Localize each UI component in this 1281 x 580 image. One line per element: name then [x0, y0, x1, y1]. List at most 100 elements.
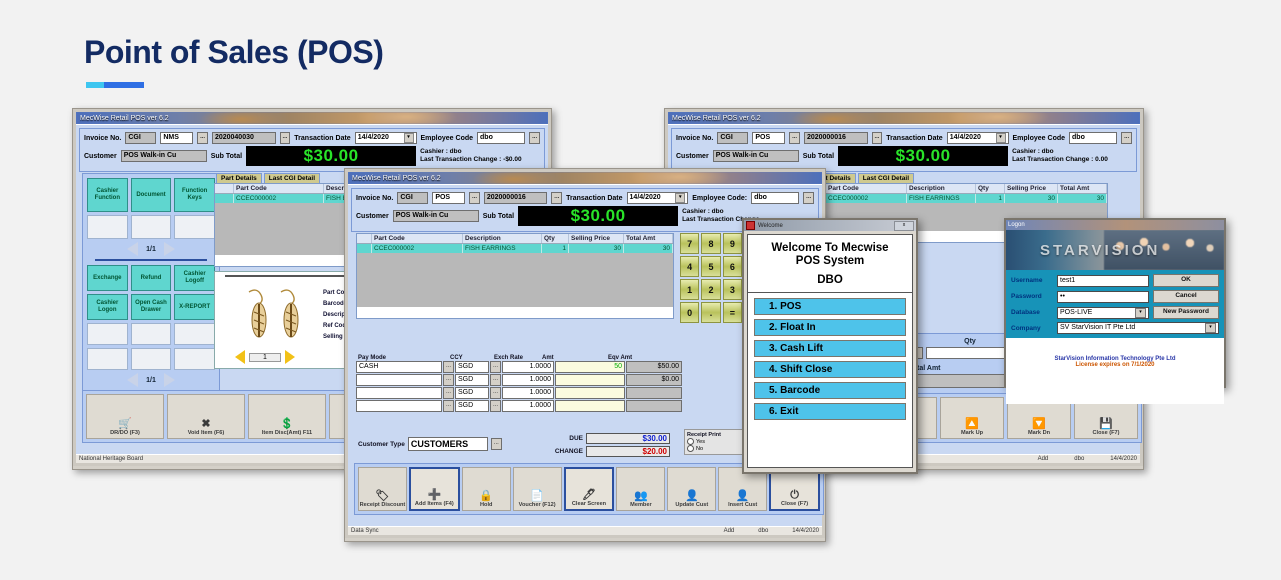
keypad-2[interactable]: 2 — [701, 279, 721, 300]
payment-row[interactable]: ... SGD ... 1.0000 $0.00 — [356, 374, 682, 386]
invoice-number-field[interactable]: 2020000016 — [803, 132, 868, 144]
keypad-6[interactable]: 6 — [722, 256, 742, 277]
keypad-3[interactable]: 3 — [722, 279, 742, 300]
keypad-0[interactable]: 0 — [680, 302, 700, 323]
voucher-button[interactable]: 📄 Voucher (F12) — [512, 467, 562, 511]
invoice-prefix-field[interactable]: CGI — [125, 132, 157, 144]
pay-mode-field[interactable] — [356, 387, 442, 399]
blank-button[interactable] — [87, 348, 128, 370]
database-select[interactable]: POS-LIVE ▾ — [1057, 306, 1149, 319]
cashier-logon-button[interactable]: Cashier Logon — [87, 294, 128, 320]
mark-up-button[interactable]: 🔼 Mark Up — [940, 397, 1004, 439]
next-page-arrow-icon[interactable] — [163, 373, 175, 387]
ccy-browse-button[interactable]: ... — [490, 374, 501, 386]
cashier-logoff-button[interactable]: Cashier Logoff — [174, 265, 215, 291]
ccy-field[interactable]: SGD — [455, 374, 489, 386]
logon-dialog[interactable]: Logon STARVISION Username test1 OK Passw… — [1004, 218, 1226, 404]
exchange-button[interactable]: Exchange — [87, 265, 128, 291]
invoice-number-browse-button[interactable]: ... — [871, 132, 883, 144]
next-page-arrow-icon[interactable] — [163, 242, 175, 256]
keypad-enter[interactable]: = — [722, 302, 742, 323]
refund-button[interactable]: Refund — [130, 265, 172, 291]
blank-button[interactable] — [87, 215, 128, 239]
exch-rate-field[interactable]: 1.0000 — [502, 361, 554, 373]
next-image-arrow-icon[interactable] — [285, 350, 295, 364]
welcome-titlebar[interactable]: Welcome x — [744, 220, 916, 231]
menu-item-cash-lift[interactable]: 3. Cash Lift — [754, 340, 906, 357]
pay-mode-field[interactable] — [356, 374, 442, 386]
tab-last-cgi-detail[interactable]: Last CGI Detail — [857, 173, 915, 183]
close-icon[interactable]: x — [894, 220, 914, 231]
pay-mode-field[interactable] — [356, 400, 442, 412]
menu-item-barcode[interactable]: 5. Barcode — [754, 382, 906, 399]
receipt-yes-radio[interactable]: Yes — [687, 438, 743, 445]
clear-screen-button[interactable]: 🖊 Clear Screen — [563, 467, 615, 511]
invoice-type-browse-button[interactable]: ... — [197, 132, 208, 144]
x-report-button[interactable]: X-REPORT — [174, 294, 215, 320]
transaction-date-picker[interactable]: 14/4/2020 ▾ — [626, 192, 689, 204]
invoice-number-field[interactable]: 2020000016 — [483, 192, 548, 204]
employee-code-field[interactable]: dbo — [477, 132, 526, 144]
customer-type-field[interactable]: CUSTOMERS — [407, 437, 488, 451]
void-item-button[interactable]: ✖ Void Item (F6) — [167, 394, 245, 439]
keypad-8[interactable]: 8 — [701, 233, 721, 254]
member-button[interactable]: 👥 Member — [616, 467, 666, 511]
payment-row[interactable]: CASH ... SGD ... 1.0000 50 $50.00 — [356, 361, 682, 373]
blank-button[interactable] — [174, 348, 215, 370]
tab-last-cgi-detail[interactable]: Last CGI Detail — [263, 173, 321, 183]
new-password-button[interactable]: New Password — [1153, 306, 1219, 319]
payment-row[interactable]: ... SGD ... 1.0000 — [356, 387, 682, 399]
customer-type-browse-button[interactable]: ... — [490, 438, 502, 450]
add-items-button[interactable]: ➕ Add Items (F4) — [408, 467, 460, 511]
invoice-type-browse-button[interactable]: ... — [789, 132, 800, 144]
prev-page-arrow-icon[interactable] — [127, 242, 139, 256]
employee-browse-button[interactable]: ... — [1121, 132, 1132, 144]
keypad-decimal[interactable]: . — [701, 302, 721, 323]
menu-item-exit[interactable]: 6. Exit — [754, 403, 906, 420]
table-row[interactable]: CCEC000002 FISH EARRINGS 1 30 30 — [809, 194, 1107, 203]
pay-mode-browse-button[interactable]: ... — [443, 361, 454, 373]
ccy-field[interactable]: SGD — [455, 387, 489, 399]
invoice-number-browse-button[interactable]: ... — [551, 192, 563, 204]
invoice-number-field[interactable]: 2020040030 — [211, 132, 276, 144]
invoice-type-browse-button[interactable]: ... — [469, 192, 480, 204]
transaction-date-picker[interactable]: 14/4/2020 ▾ — [354, 132, 417, 144]
blank-button[interactable] — [174, 323, 215, 345]
invoice-number-browse-button[interactable]: ... — [279, 132, 291, 144]
keypad-1[interactable]: 1 — [680, 279, 700, 300]
pay-mode-browse-button[interactable]: ... — [443, 387, 454, 399]
customer-field[interactable]: POS Walk-in Cu — [392, 210, 479, 222]
keypad-4[interactable]: 4 — [680, 256, 700, 277]
amt-field[interactable] — [555, 387, 625, 399]
ok-button[interactable]: OK — [1153, 274, 1219, 287]
prev-page-arrow-icon[interactable] — [127, 373, 139, 387]
employee-code-field[interactable]: dbo — [751, 192, 800, 204]
blank-button[interactable] — [130, 348, 172, 370]
menu-item-pos[interactable]: 1. POS — [754, 298, 906, 315]
titlebar[interactable]: MecWise Retail POS ver 6.2 — [668, 112, 1140, 124]
menu-item-float-in[interactable]: 2. Float In — [754, 319, 906, 336]
company-select[interactable]: SV StarVision IT Pte Ltd ▾ — [1057, 322, 1219, 334]
blank-button[interactable] — [174, 215, 215, 239]
invoice-type-field[interactable]: NMS — [160, 132, 194, 144]
pay-mode-browse-button[interactable]: ... — [443, 400, 454, 412]
username-input[interactable]: test1 — [1057, 274, 1149, 287]
menu-item-shift-close[interactable]: 4. Shift Close — [754, 361, 906, 378]
employee-code-field[interactable]: dbo — [1069, 132, 1118, 144]
document-button[interactable]: Document — [130, 178, 172, 212]
drdo-button[interactable]: 🛒 DR/DO (F3) — [86, 394, 164, 439]
amt-field[interactable]: 50 — [555, 361, 625, 373]
password-input[interactable]: •• — [1057, 290, 1149, 303]
receipt-no-radio[interactable]: No — [687, 445, 743, 452]
exch-rate-field[interactable]: 1.0000 — [502, 400, 554, 412]
employee-browse-button[interactable]: ... — [803, 192, 814, 204]
invoice-prefix-field[interactable]: CGI — [717, 132, 749, 144]
invoice-type-field[interactable]: POS — [752, 132, 786, 144]
ccy-browse-button[interactable]: ... — [490, 361, 501, 373]
cancel-button[interactable]: Cancel — [1153, 290, 1219, 303]
payment-row[interactable]: ... SGD ... 1.0000 — [356, 400, 682, 412]
customer-field[interactable]: POS Walk-in Cu — [712, 150, 799, 162]
transaction-date-picker[interactable]: 14/4/2020 ▾ — [946, 132, 1009, 144]
tab-part-details[interactable]: Part Details — [216, 173, 262, 183]
exch-rate-field[interactable]: 1.0000 — [502, 387, 554, 399]
